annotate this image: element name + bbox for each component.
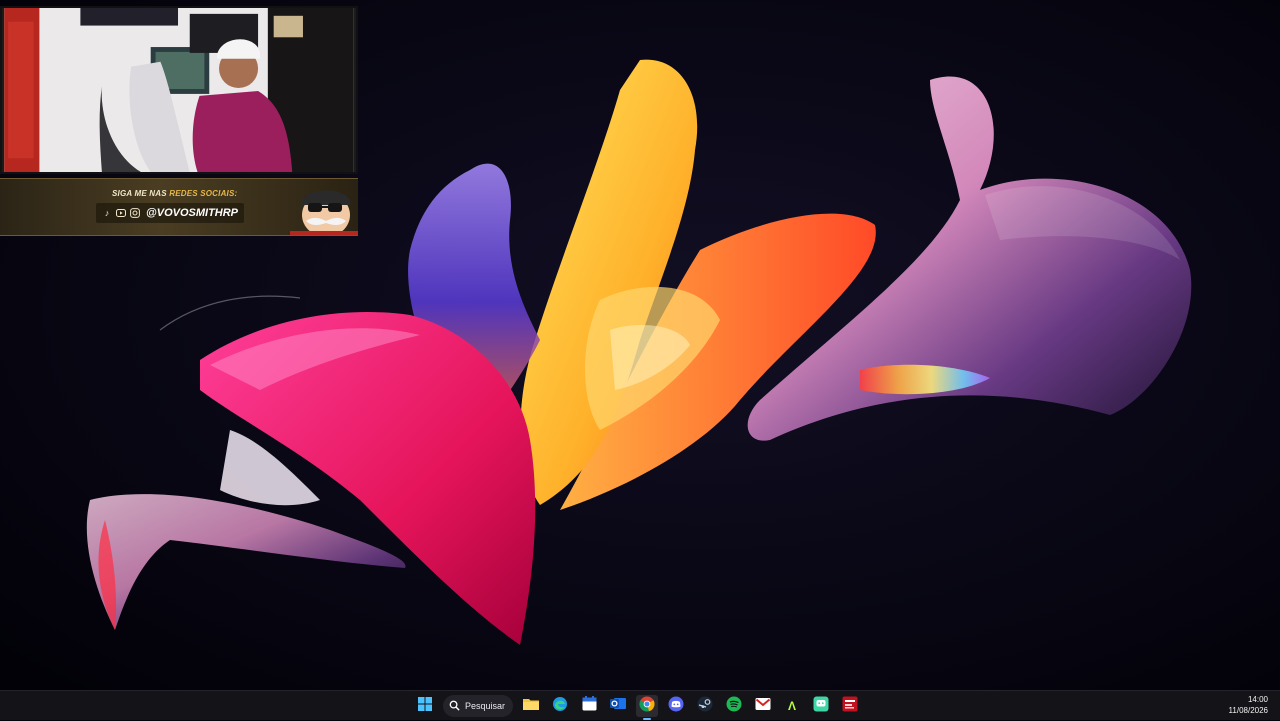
- instagram-icon: [130, 208, 140, 218]
- folder-icon: [523, 697, 540, 715]
- taskbar-app-outlook[interactable]: [607, 695, 629, 717]
- taskbar-app-spotify[interactable]: [723, 695, 745, 717]
- start-button[interactable]: [414, 695, 436, 717]
- taskbar-app-calendar[interactable]: [578, 695, 600, 717]
- outlook-icon: [610, 696, 627, 716]
- chrome-icon: [639, 696, 655, 717]
- taskbar-app-file-explorer[interactable]: [520, 695, 542, 717]
- mail-icon: [755, 697, 771, 716]
- taskbar-apps: Pesquisar Λ: [414, 691, 861, 721]
- chat-bubble-icon: [813, 696, 829, 717]
- media-app-icon: [842, 696, 858, 717]
- windows-logo-icon: [418, 696, 432, 716]
- clock-date: 11/08/2026: [1228, 706, 1268, 715]
- taskbar-app-a[interactable]: Λ: [781, 695, 803, 717]
- social-media-banner: SIGA ME NAS REDES SOCIAIS: ♪ @VOVOSMITHR…: [0, 178, 358, 236]
- system-clock[interactable]: 14:00 11/08/2026: [1229, 694, 1268, 716]
- calendar-icon: [582, 696, 597, 716]
- spotify-icon: [726, 696, 742, 717]
- discord-icon: [668, 696, 684, 717]
- taskbar-app-chrome[interactable]: [636, 695, 659, 720]
- steam-icon: [697, 696, 713, 717]
- letter-a-icon: Λ: [788, 699, 797, 713]
- social-handle: @VOVOSMITHRP: [146, 207, 239, 219]
- edge-icon: [552, 696, 568, 717]
- taskbar-app-media[interactable]: [839, 695, 861, 717]
- webcam-overlay: [0, 6, 358, 174]
- social-banner-title-prefix: SIGA ME NAS: [112, 189, 170, 198]
- mascot-avatar-icon: [290, 181, 358, 235]
- taskbar: Pesquisar Λ 14:00 11/08/2026: [0, 690, 1280, 720]
- taskbar-app-discord[interactable]: [665, 695, 687, 717]
- search-icon: [449, 700, 460, 713]
- social-banner-title-highlight: REDES SOCIAIS:: [169, 189, 238, 198]
- social-handle-row: ♪ @VOVOSMITHRP: [96, 203, 245, 223]
- taskbar-app-chat[interactable]: [810, 695, 832, 717]
- taskbar-search-label: Pesquisar: [465, 701, 506, 711]
- taskbar-app-edge[interactable]: [549, 695, 571, 717]
- taskbar-search[interactable]: Pesquisar: [443, 695, 514, 717]
- taskbar-app-mail[interactable]: [752, 695, 774, 717]
- youtube-icon: [116, 208, 126, 218]
- social-banner-title: SIGA ME NAS REDES SOCIAIS:: [112, 189, 237, 198]
- clock-time: 14:00: [1247, 695, 1268, 704]
- tiktok-icon: ♪: [104, 208, 110, 218]
- taskbar-app-steam[interactable]: [694, 695, 716, 717]
